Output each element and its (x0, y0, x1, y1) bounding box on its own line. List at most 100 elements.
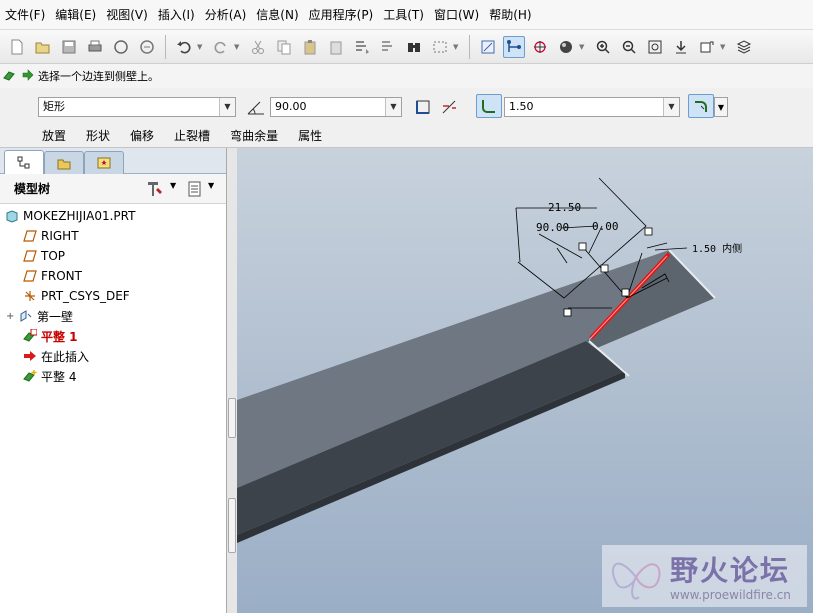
regenerate-icon[interactable] (351, 36, 373, 58)
regenerate-manager-icon[interactable] (377, 36, 399, 58)
cut-icon[interactable] (247, 36, 269, 58)
tab-placement[interactable]: 放置 (42, 127, 66, 144)
insert-here-arrow-icon (22, 348, 38, 364)
graphics-window[interactable]: 21.50 90.00 0.00 1.50 内侧 (237, 148, 813, 613)
print-icon[interactable] (84, 36, 106, 58)
open-icon[interactable] (32, 36, 54, 58)
copy-icon[interactable] (273, 36, 295, 58)
tab-favorites[interactable] (84, 151, 124, 174)
select-dropdown-icon[interactable]: ▼ (453, 43, 461, 51)
chevron-down-icon[interactable]: ▼ (714, 97, 728, 117)
spin-center-icon[interactable] (529, 36, 551, 58)
chevron-down-icon[interactable]: ▼ (208, 181, 214, 190)
chevron-down-icon[interactable]: ▼ (219, 98, 235, 116)
favorites-icon (97, 157, 111, 169)
tab-properties[interactable]: 属性 (298, 127, 322, 144)
message-text: 选择一个边连到侧壁上。 (38, 70, 159, 83)
tree-item-right[interactable]: RIGHT (0, 226, 226, 246)
sash-handle[interactable] (228, 398, 236, 438)
menu-applications[interactable]: 应用程序(P) (304, 4, 379, 26)
appearance-dropdown-icon[interactable]: ▼ (579, 43, 587, 51)
flip-direction-icon[interactable] (440, 98, 458, 119)
sketch-icon[interactable] (503, 35, 525, 58)
menu-help[interactable]: 帮助(H) (484, 4, 536, 26)
bend-radius-side-icon[interactable] (688, 94, 714, 118)
menu-analysis[interactable]: 分析(A) (200, 4, 252, 26)
shape-select[interactable]: 矩形 ▼ (38, 97, 236, 117)
bend-radius-input[interactable]: 1.50 ▼ (504, 97, 680, 117)
tab-shape[interactable]: 形状 (86, 127, 110, 144)
menu-view[interactable]: 视图(V) (101, 4, 153, 26)
angle-icon (246, 98, 266, 119)
expand-plus-icon[interactable]: + (6, 311, 18, 322)
tree-item-insert-here[interactable]: 在此插入 (0, 346, 226, 366)
paste-special-icon[interactable] (325, 36, 347, 58)
tree-item-first-wall[interactable]: + 第一壁 (0, 306, 226, 326)
angle-input[interactable]: 90.00 ▼ (270, 97, 402, 117)
layers-icon[interactable] (733, 36, 755, 58)
email-icon[interactable] (110, 36, 132, 58)
show-icon[interactable] (186, 180, 204, 201)
chevron-down-icon[interactable]: ▼ (663, 98, 679, 116)
named-view-icon[interactable] (477, 36, 499, 58)
tree-item-flat-4[interactable]: 平整 4 (0, 366, 226, 386)
part-icon (4, 208, 20, 224)
tree-item-front[interactable]: FRONT (0, 266, 226, 286)
redo-dropdown-icon[interactable]: ▼ (234, 43, 242, 51)
model-tree: MOKEZHIJIA01.PRT RIGHT TOP FRONT PRT_CSY… (0, 204, 226, 386)
watermark-title: 野火论坛 (670, 554, 791, 587)
dim-length-label: 21.50 (548, 201, 581, 214)
email-link-icon[interactable] (136, 36, 158, 58)
reorient-icon[interactable] (670, 36, 692, 58)
drag-handle (621, 288, 630, 297)
model-tree-title: 模型树 (14, 182, 51, 196)
find-icon[interactable] (403, 36, 425, 58)
tab-bend-allowance[interactable]: 弯曲余量 (230, 127, 278, 144)
dim-angle-label: 90.00 (536, 221, 569, 234)
undo-dropdown-icon[interactable]: ▼ (197, 43, 205, 51)
redo-icon[interactable] (210, 36, 232, 58)
menu-bar: 文件(F) 编辑(E) 视图(V) 插入(I) 分析(A) 信息(N) 应用程序… (0, 0, 813, 30)
model-tree-header: 模型树 ▼ ▼ (0, 174, 226, 204)
use-bend-radius-icon[interactable] (476, 94, 502, 118)
chevron-down-icon[interactable]: ▼ (385, 98, 401, 116)
tree-item-flat-1[interactable]: 平整 1 (0, 326, 226, 346)
undo-icon[interactable] (173, 36, 195, 58)
saved-views-icon[interactable] (696, 36, 718, 58)
tree-item-csys[interactable]: PRT_CSYS_DEF (0, 286, 226, 306)
zoom-in-icon[interactable] (592, 36, 614, 58)
flat-wall-icon (22, 328, 38, 344)
menu-edit[interactable]: 编辑(E) (50, 4, 101, 26)
tab-relief[interactable]: 止裂槽 (174, 127, 210, 144)
drag-handle (563, 308, 572, 317)
refit-icon[interactable] (644, 36, 666, 58)
menu-tools[interactable]: 工具(T) (378, 4, 429, 26)
thickness-side-icon[interactable] (414, 98, 432, 119)
menu-insert[interactable]: 插入(I) (153, 4, 200, 26)
panel-sash[interactable] (227, 148, 237, 613)
tab-model-tree[interactable] (4, 150, 44, 175)
paste-icon[interactable] (299, 36, 321, 58)
menu-window[interactable]: 窗口(W) (429, 4, 484, 26)
datum-plane-icon (22, 248, 38, 264)
saved-views-dropdown-icon[interactable]: ▼ (720, 43, 728, 51)
menu-file[interactable]: 文件(F) (0, 4, 50, 26)
tab-folder-browser[interactable] (44, 151, 84, 174)
settings-tools-icon[interactable] (146, 180, 168, 201)
select-box-icon[interactable] (429, 36, 451, 58)
sash-handle[interactable] (228, 498, 236, 553)
zoom-out-icon[interactable] (618, 36, 640, 58)
tree-item-top[interactable]: TOP (0, 246, 226, 266)
datum-plane-icon (22, 268, 38, 284)
appearance-icon[interactable] (555, 36, 577, 58)
tree-item-part[interactable]: MOKEZHIJIA01.PRT (0, 206, 226, 226)
drag-handle (578, 242, 587, 251)
first-wall-icon (18, 308, 34, 324)
butterfly-logo-icon (611, 562, 661, 600)
tab-offset[interactable]: 偏移 (130, 127, 154, 144)
menu-info[interactable]: 信息(N) (251, 4, 303, 26)
new-icon[interactable] (6, 36, 28, 58)
save-icon[interactable] (58, 36, 80, 58)
flat-wall-new-icon (22, 368, 38, 384)
chevron-down-icon[interactable]: ▼ (170, 181, 176, 190)
